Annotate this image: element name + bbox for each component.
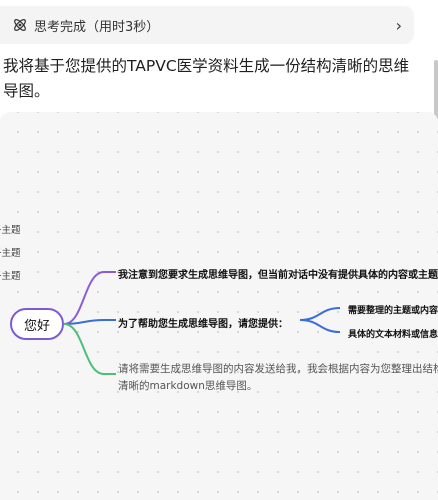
root-label: 您好 — [23, 318, 50, 334]
link-leaf-2 — [299, 319, 341, 333]
atom-icon — [14, 19, 26, 31]
chevron-right-icon[interactable]: › — [396, 16, 402, 35]
mindmap-root-node[interactable]: 您好 — [10, 308, 64, 340]
mindmap-canvas[interactable]: 子主题 子主题 子主题 您好 我注意到您要求生成思维导图，但当前对话中没有提供具… — [0, 112, 438, 500]
mindmap-leaf-node[interactable]: 具体的文本材料或信息 — [348, 327, 438, 340]
link-branch-3 — [63, 323, 116, 375]
mindmap-branch-node[interactable]: 为了帮助您生成思维导图，请您提供： — [118, 315, 288, 330]
link-leaf-1 — [299, 307, 341, 321]
thinking-summary-bar[interactable]: 思考完成（用时3秒） › — [0, 6, 414, 44]
thinking-label: 思考完成（用时3秒） — [34, 19, 160, 35]
assistant-intro-text: 我将基于您提供的TAPVC医学资料生成一份结构清晰的思维导图。 — [3, 57, 410, 100]
mindmap-branch-node[interactable]: 我注意到您要求生成思维导图，但当前对话中没有提供具体的内容或主题 — [118, 266, 438, 281]
side-subtopic-label: 子主题 — [0, 248, 21, 259]
side-subtopic-label: 子主题 — [0, 271, 21, 282]
mindmap-branch-node[interactable]: 请将需要生成思维导图的内容发送给我，我会根据内容为您整理出结构清晰的markdo… — [118, 361, 438, 395]
scrollbar-thumb[interactable] — [434, 60, 438, 120]
side-subtopic-label: 子主题 — [0, 225, 21, 236]
mindmap-leaf-node[interactable]: 需要整理的主题或内容 — [348, 303, 438, 316]
link-branch-1 — [63, 271, 116, 325]
